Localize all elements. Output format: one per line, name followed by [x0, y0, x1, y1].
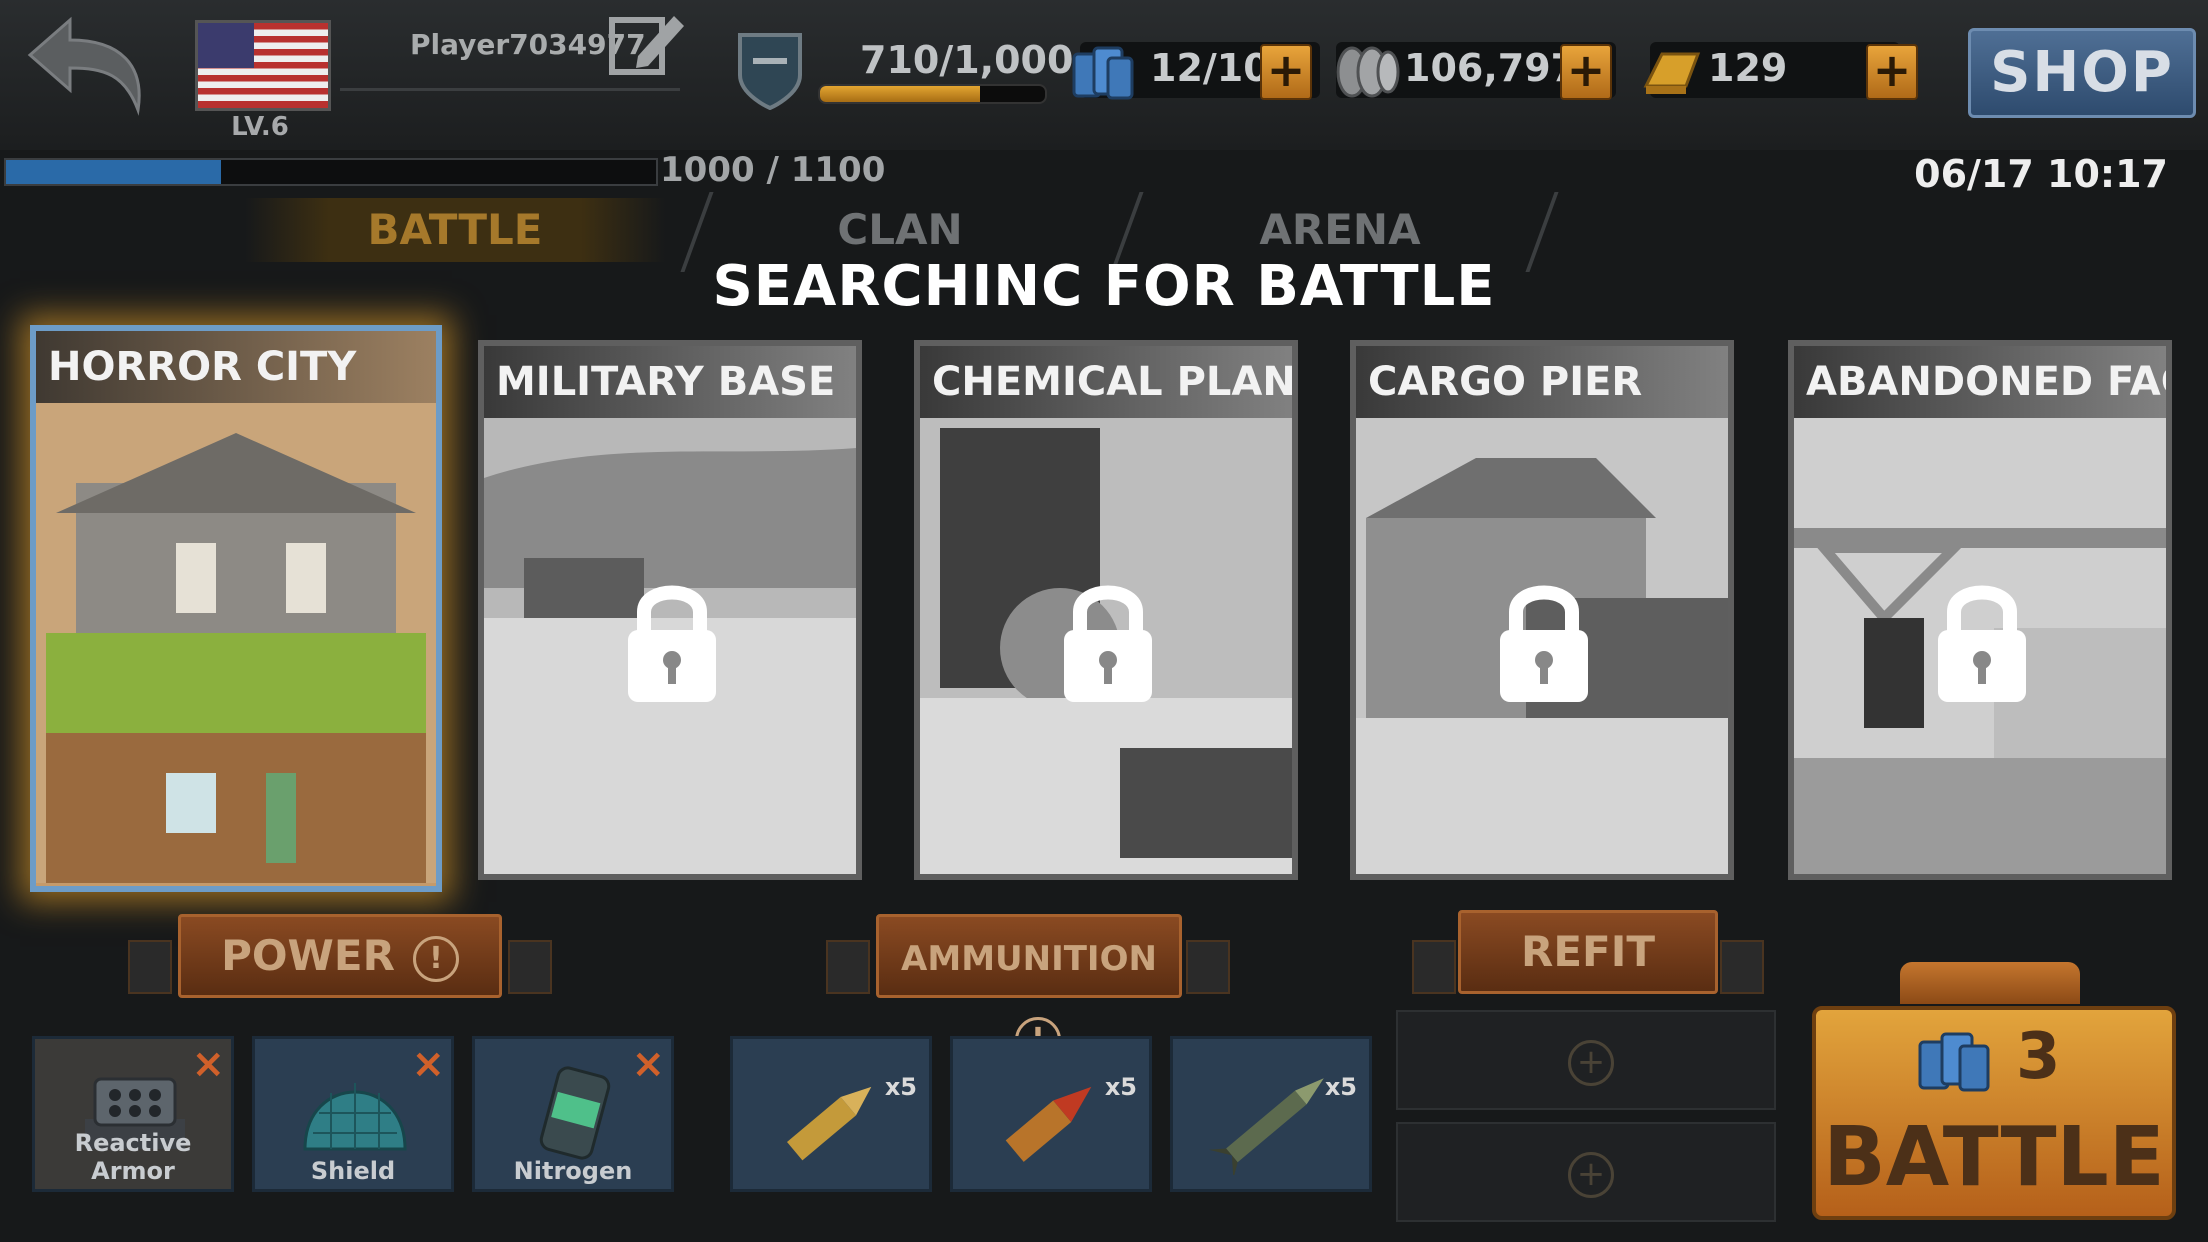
remove-item-icon[interactable]: × [191, 1041, 225, 1087]
lock-icon [1062, 576, 1154, 706]
power-button[interactable]: POWER! [178, 914, 502, 998]
remove-item-icon[interactable]: × [631, 1041, 665, 1087]
silver-coins-icon [1330, 44, 1402, 100]
tab-arena[interactable]: ARENA [1150, 198, 1530, 262]
battle-label: BATTLE [1823, 1110, 2165, 1205]
remove-item-icon[interactable]: × [411, 1041, 445, 1087]
gold-count: 129 [1708, 46, 1788, 90]
map-card-horror-city[interactable]: HORROR CITY [30, 325, 442, 892]
ammunition-label: AMMUNITION [901, 939, 1157, 979]
shell-icon [1005, 1086, 1092, 1162]
ammo-slot-bullet[interactable]: x5 [730, 1036, 932, 1192]
map-title: ABANDONED FACTORY [1794, 346, 2166, 418]
add-slot-icon: + [1568, 1152, 1614, 1198]
battle-button[interactable]: 3 BATTLE [1812, 1006, 2176, 1220]
xp-bar-fill [820, 86, 980, 102]
add-fuel-button[interactable]: + [1260, 44, 1312, 100]
map-title: CHEMICAL PLANT [920, 346, 1292, 418]
gold-bar-icon [1640, 46, 1704, 98]
rank-progress-fill [6, 160, 221, 184]
rank-progress-bar [4, 158, 658, 186]
tab-clan[interactable]: CLAN [720, 198, 1080, 262]
horror-city-scene [36, 403, 436, 883]
rank-progress-text: 1000 / 1100 [660, 150, 886, 190]
map-card-cargo-pier[interactable]: CARGO PIER [1350, 340, 1734, 880]
coins-count: 106,797 [1404, 46, 1578, 90]
add-slot-icon: + [1568, 1040, 1614, 1086]
item-label: Nitrogen [513, 1157, 633, 1185]
date-time: 06/17 10:17 [1914, 152, 2168, 196]
ammo-quantity: x5 [1324, 1073, 1357, 1101]
button-bracket [128, 940, 172, 994]
alert-icon: ! [412, 935, 459, 982]
fuel-barrels-icon [1070, 40, 1136, 104]
fuel-count: 12/10 [1150, 46, 1270, 90]
back-arrow-icon[interactable] [10, 10, 150, 120]
tab-battle[interactable]: BATTLE [245, 198, 665, 262]
edit-name-icon[interactable] [608, 10, 688, 80]
bullet-icon [786, 1086, 872, 1161]
ammo-slot-rocket[interactable]: x5 [1170, 1036, 1372, 1192]
item-slot-reactive-armor[interactable]: × Reactive Armor [32, 1036, 234, 1192]
rank-shield-icon [735, 30, 805, 111]
map-card-chemical-plant[interactable]: CHEMICAL PLANT [914, 340, 1298, 880]
shield-dome-icon [303, 1083, 407, 1151]
button-bracket [1720, 940, 1764, 994]
xp-bar [818, 84, 1047, 104]
empty-equip-slot[interactable]: + [1396, 1010, 1776, 1110]
nitrogen-canister-icon [539, 1066, 611, 1160]
map-title: HORROR CITY [36, 331, 436, 403]
map-card-military-base[interactable]: MILITARY BASE [478, 340, 862, 880]
item-label: Shield [310, 1157, 396, 1185]
lock-icon [626, 576, 718, 706]
power-label: POWER [221, 931, 395, 980]
button-bracket [826, 940, 870, 994]
empty-equip-slot[interactable]: + [1396, 1122, 1776, 1222]
player-level: LV.6 [231, 112, 289, 142]
item-slot-nitrogen[interactable]: × Nitrogen [472, 1036, 674, 1192]
name-underline [340, 88, 680, 91]
lock-icon [1498, 576, 1590, 706]
button-bracket [1186, 940, 1230, 994]
battle-expand-tab[interactable] [1900, 962, 2080, 1004]
add-coins-button[interactable]: + [1560, 44, 1612, 100]
fuel-barrels-icon [1918, 1032, 1990, 1092]
xp-counter: 710/1,000 [860, 38, 1074, 82]
add-gold-button[interactable]: + [1866, 44, 1918, 100]
searching-status: SEARCHINC FOR BATTLE [712, 254, 1496, 319]
ammo-quantity: x5 [1104, 1073, 1137, 1101]
shop-button[interactable]: SHOP [1968, 28, 2196, 118]
map-title: MILITARY BASE [484, 346, 856, 418]
usa-flag-icon [195, 20, 331, 111]
button-bracket [508, 940, 552, 994]
map-card-abandoned-factory[interactable]: ABANDONED FACTORY [1788, 340, 2172, 880]
item-slot-shield[interactable]: × Shield [252, 1036, 454, 1192]
map-title: CARGO PIER [1356, 346, 1728, 418]
ammo-quantity: x5 [884, 1073, 917, 1101]
item-label: Reactive Armor [74, 1129, 192, 1185]
button-bracket [1412, 940, 1456, 994]
battle-fuel-cost: 3 [2016, 1020, 2061, 1094]
ammunition-button[interactable]: AMMUNITION! [876, 914, 1182, 1063]
refit-button[interactable]: REFIT [1458, 910, 1718, 994]
lock-icon [1936, 576, 2028, 706]
ammo-slot-shell[interactable]: x5 [950, 1036, 1152, 1192]
